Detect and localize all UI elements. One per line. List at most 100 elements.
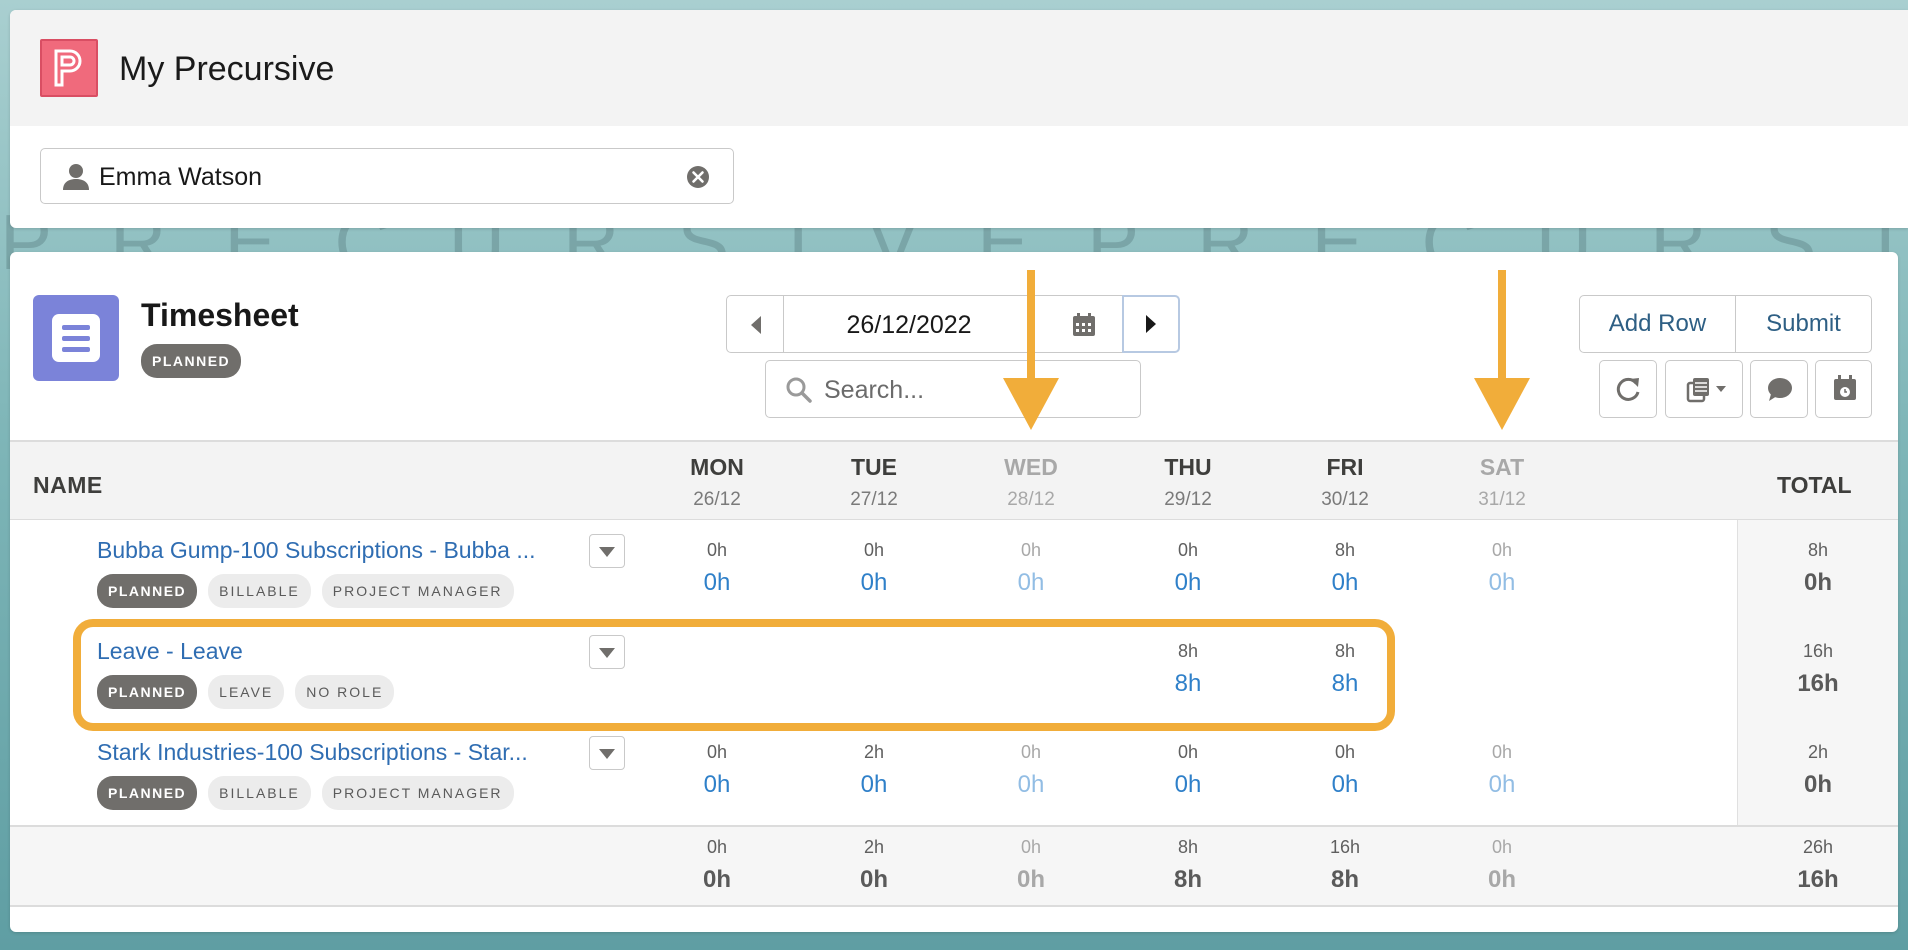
- schedule-button[interactable]: [1815, 360, 1872, 418]
- planned-hours: 0h: [1491, 742, 1513, 762]
- total-planned: 26h: [1802, 837, 1834, 857]
- calendar-icon[interactable]: [1072, 313, 1096, 342]
- table-row: Leave - Leave PLANNED LEAVE NO ROLE 8h 8h 8…: [10, 621, 1898, 721]
- status-badge: PLANNED: [97, 574, 198, 608]
- planned-hours: 0h: [1491, 540, 1513, 560]
- day-header-fri: FRI 30/12: [1285, 454, 1405, 511]
- actual-hours: 0h: [1174, 771, 1202, 798]
- actual-hours: 0h: [1487, 866, 1516, 893]
- planned-hours: 8h: [1177, 837, 1199, 857]
- day-date: 29/12: [1164, 489, 1212, 510]
- row-menu-button[interactable]: [589, 736, 625, 770]
- refresh-icon: [1616, 377, 1640, 401]
- hours-cell-thu[interactable]: 8h 8h: [1128, 641, 1248, 698]
- actual-hours: 0h: [1488, 569, 1516, 596]
- hours-cell-tue[interactable]: 2h 0h: [814, 742, 934, 799]
- planned-hours: 0h: [1020, 742, 1042, 762]
- hours-cell-tue[interactable]: 0h 0h: [814, 540, 934, 597]
- day-name: TUE: [851, 454, 897, 480]
- actual-hours: 0h: [1017, 569, 1045, 596]
- day-name: FRI: [1326, 454, 1364, 480]
- clear-icon[interactable]: [686, 165, 710, 194]
- next-week-button[interactable]: [1122, 295, 1180, 353]
- actual-hours: 8h: [1173, 866, 1202, 893]
- planned-hours: 0h: [706, 742, 728, 762]
- footer-total-sat: 0h 0h: [1442, 837, 1562, 894]
- planned-hours: 0h: [1020, 540, 1042, 560]
- day-date: 28/12: [1007, 489, 1055, 510]
- hours-cell-mon[interactable]: 0h 0h: [657, 742, 777, 799]
- hours-cell-sat[interactable]: 0h 0h: [1442, 540, 1562, 597]
- row-name-link[interactable]: Leave - Leave: [97, 638, 243, 665]
- row-menu-button[interactable]: [589, 534, 625, 568]
- date-field[interactable]: 26/12/2022: [784, 295, 1122, 353]
- hours-cell-thu[interactable]: 0h 0h: [1128, 540, 1248, 597]
- name-column-header: NAME: [33, 472, 103, 498]
- hours-cell-fri[interactable]: 8h 8h: [1285, 641, 1405, 698]
- actual-hours: 0h: [1017, 771, 1045, 798]
- actual-hours: 0h: [1174, 569, 1202, 596]
- action-button-group: Add Row Submit: [1579, 295, 1872, 353]
- footer-total-tue: 2h 0h: [814, 837, 934, 894]
- hours-cell-sat[interactable]: 0h 0h: [1442, 742, 1562, 799]
- actual-hours: 0h: [703, 569, 731, 596]
- day-header-tue: TUE 27/12: [814, 454, 934, 511]
- footer-total-wed: 0h 0h: [971, 837, 1091, 894]
- tag-badge: PROJECT MANAGER: [321, 776, 514, 810]
- planned-hours: 8h: [1177, 641, 1199, 661]
- planned-hours: 2h: [863, 837, 885, 857]
- table-row: Stark Industries-100 Subscriptions - Sta…: [10, 722, 1898, 822]
- actual-hours: 0h: [860, 569, 888, 596]
- tag-badge: BILLABLE: [208, 574, 311, 608]
- add-row-button[interactable]: Add Row: [1580, 296, 1736, 352]
- total-actual: 0h: [1803, 771, 1832, 798]
- user-lookup-field[interactable]: Emma Watson: [40, 148, 734, 204]
- day-header-wed: WED 28/12: [971, 454, 1091, 511]
- chevron-right-icon: [1146, 315, 1156, 333]
- chevron-down-icon: [599, 648, 615, 658]
- hours-cell-mon[interactable]: 0h 0h: [657, 540, 777, 597]
- actual-hours: 0h: [702, 866, 731, 893]
- planned-hours: 0h: [706, 540, 728, 560]
- hours-cell-wed[interactable]: 0h 0h: [971, 540, 1091, 597]
- footer-grand-total: 26h 16h: [1758, 837, 1878, 894]
- copy-menu-button[interactable]: [1665, 360, 1743, 418]
- total-planned: 2h: [1807, 742, 1829, 762]
- search-input[interactable]: [822, 373, 1126, 407]
- actual-hours: 0h: [1331, 569, 1359, 596]
- planned-hours: 0h: [1491, 837, 1513, 857]
- total-actual: 16h: [1797, 866, 1839, 893]
- planned-hours: 0h: [863, 540, 885, 560]
- actual-hours: 8h: [1174, 670, 1202, 697]
- hours-cell-wed[interactable]: 0h 0h: [971, 742, 1091, 799]
- hours-cell-fri[interactable]: 8h 0h: [1285, 540, 1405, 597]
- row-name-link[interactable]: Stark Industries-100 Subscriptions - Sta…: [97, 739, 528, 766]
- row-tags: PLANNED BILLABLE PROJECT MANAGER: [97, 776, 525, 810]
- planned-hours: 0h: [1334, 742, 1356, 762]
- tag-badge: BILLABLE: [208, 776, 311, 810]
- total-column-header: TOTAL: [1777, 472, 1852, 498]
- tag-badge: PROJECT MANAGER: [321, 574, 514, 608]
- total-actual: 0h: [1803, 569, 1832, 596]
- app-title: My Precursive: [119, 50, 335, 88]
- hours-cell-fri[interactable]: 0h 0h: [1285, 742, 1405, 799]
- row-menu-button[interactable]: [589, 635, 625, 669]
- row-total: 8h 0h: [1758, 540, 1878, 597]
- refresh-button[interactable]: [1599, 360, 1657, 418]
- hours-cell-thu[interactable]: 0h 0h: [1128, 742, 1248, 799]
- day-header-mon: MON 26/12: [657, 454, 777, 511]
- previous-week-button[interactable]: [726, 295, 784, 353]
- comments-button[interactable]: [1750, 360, 1808, 418]
- timesheet-title: Timesheet: [141, 297, 299, 333]
- actual-hours: 8h: [1330, 866, 1359, 893]
- footer-total-thu: 8h 8h: [1128, 837, 1248, 894]
- row-total: 2h 0h: [1758, 742, 1878, 799]
- status-badge: PLANNED: [97, 675, 198, 709]
- footer-total-fri: 16h 8h: [1285, 837, 1405, 894]
- total-actual: 16h: [1797, 670, 1839, 697]
- search-field[interactable]: [765, 360, 1141, 418]
- planned-hours: 8h: [1334, 641, 1356, 661]
- table-row: Bubba Gump-100 Subscriptions - Bubba ...…: [10, 520, 1898, 620]
- submit-button[interactable]: Submit: [1736, 296, 1871, 352]
- row-name-link[interactable]: Bubba Gump-100 Subscriptions - Bubba ...: [97, 537, 536, 564]
